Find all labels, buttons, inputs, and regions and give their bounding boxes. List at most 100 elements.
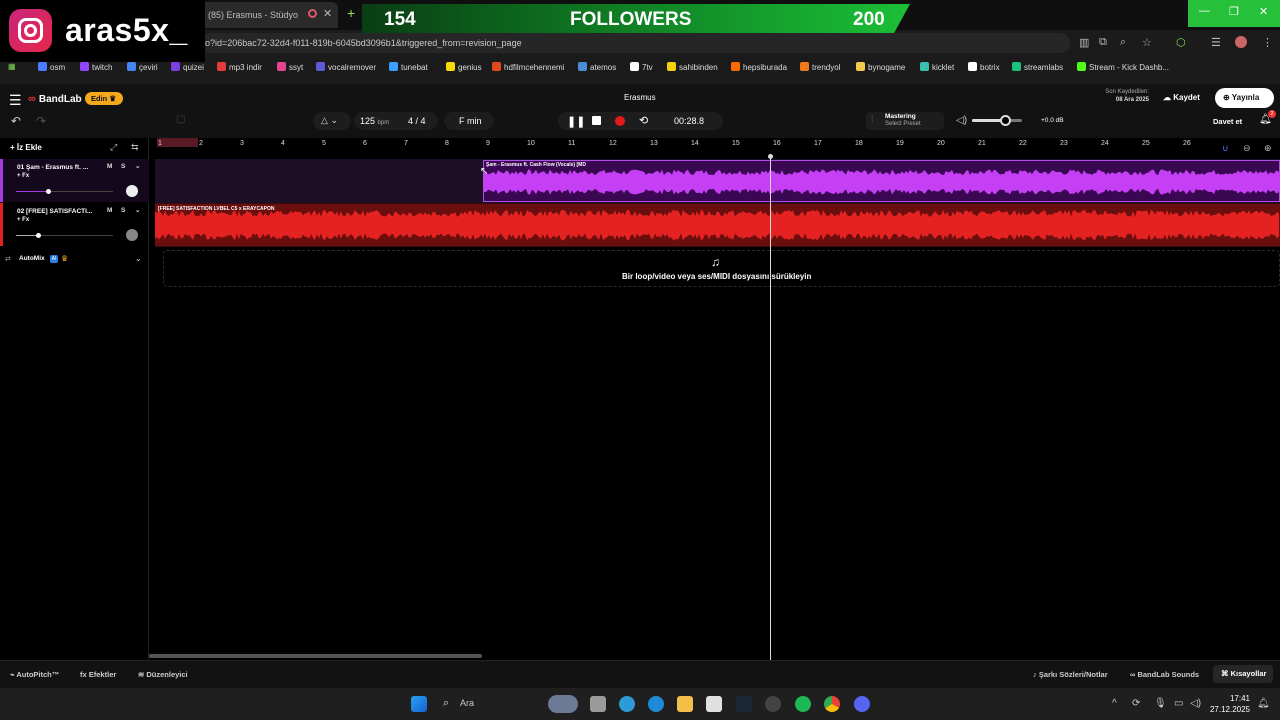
edge-icon[interactable]: [648, 696, 664, 712]
stop-icon[interactable]: [592, 116, 601, 125]
track-volume-handle[interactable]: [36, 233, 41, 238]
zoom-icon[interactable]: ⌕: [1120, 36, 1126, 49]
network-icon[interactable]: ▭: [1174, 698, 1183, 709]
bookmark-item[interactable]: sahibinden: [667, 62, 718, 72]
notification-tray-icon[interactable]: 🔔︎: [1257, 698, 1270, 709]
loop-region[interactable]: [157, 138, 198, 147]
invite-button[interactable]: Davet et: [1206, 114, 1252, 130]
bookmark-item[interactable]: trendyol: [800, 62, 840, 72]
mute-button[interactable]: M: [107, 207, 112, 214]
audio-clip-beat[interactable]: [155, 204, 1280, 246]
shortcuts-button[interactable]: ⌘ Kısayollar: [1213, 665, 1273, 683]
edge-dev-icon[interactable]: [619, 696, 635, 712]
bookmark-item[interactable]: streamlabs: [1012, 62, 1063, 72]
windows-start-icon[interactable]: [411, 696, 427, 712]
snap-magnet-icon[interactable]: ∪: [1222, 143, 1229, 154]
bookmark-item[interactable]: twitch: [80, 62, 112, 72]
track-settings-icon[interactable]: ⇆: [131, 142, 139, 153]
edit-badge[interactable]: Edin ♛: [85, 92, 123, 105]
widget-icon[interactable]: [548, 695, 578, 713]
zoom-in-icon[interactable]: ⊕: [1264, 143, 1272, 154]
master-volume-knob[interactable]: [1000, 115, 1011, 126]
bookmark-item[interactable]: çeviri: [127, 62, 158, 72]
tab-search-icon[interactable]: ☰: [1211, 36, 1221, 49]
bandlab-logo[interactable]: ∞ BandLab: [28, 93, 82, 105]
horizontal-scrollbar[interactable]: [149, 654, 482, 658]
track-volume-handle[interactable]: [46, 189, 51, 194]
project-title[interactable]: Erasmus: [624, 93, 656, 102]
bookmark-item[interactable]: genius: [446, 62, 482, 72]
magic-wand-icon[interactable]: ⤢: [110, 142, 117, 153]
store-icon[interactable]: [706, 696, 722, 712]
bookmark-item[interactable]: atemos: [578, 62, 616, 72]
bookmark-item[interactable]: mp3 indir: [217, 62, 262, 72]
sounds-button[interactable]: ∞ BandLab Sounds: [1130, 670, 1199, 679]
bookmark-item[interactable]: osm: [38, 62, 65, 72]
record-icon[interactable]: [615, 116, 625, 126]
add-fx-button[interactable]: + Fx: [17, 173, 29, 179]
track-chevron-icon[interactable]: ⌄: [135, 162, 140, 170]
reader-icon[interactable]: ▥: [1079, 36, 1089, 49]
track-name[interactable]: 01 Şam - Erasmus ft. ...: [17, 164, 88, 171]
bookmark-item[interactable]: ssyt: [277, 62, 303, 72]
bookmark-item[interactable]: 7tv: [630, 62, 653, 72]
add-track-button[interactable]: + İz Ekle: [10, 143, 42, 152]
metronome-button[interactable]: △ ⌄: [313, 112, 351, 130]
minimize-icon[interactable]: —: [1199, 5, 1210, 17]
time-signature[interactable]: 4 / 4: [408, 116, 426, 126]
automix-chevron-icon[interactable]: ⌄: [135, 254, 142, 263]
track-header-2[interactable]: 02 [FREE] SATISFACTI... + Fx M S ⌄: [0, 203, 149, 246]
pause-icon[interactable]: ❚❚: [567, 115, 585, 128]
effects-button[interactable]: fx Efektler: [80, 670, 116, 679]
bookmark-item[interactable]: hepsiburada: [731, 62, 787, 72]
close-tab-icon[interactable]: ✕: [323, 7, 332, 20]
track-header-1[interactable]: 01 Şam - Erasmus ft. ... + Fx M S ⌄: [0, 159, 149, 202]
playhead-handle[interactable]: [768, 154, 773, 159]
bookmark-item[interactable]: Stream - Kick Dashb...: [1077, 62, 1169, 72]
speaker-icon[interactable]: ◁): [956, 115, 967, 126]
bookmark-item[interactable]: botrix: [968, 62, 1000, 72]
loop-icon[interactable]: ⟲: [639, 114, 648, 127]
maximize-icon[interactable]: ❐: [1229, 5, 1239, 18]
lyrics-button[interactable]: ♪ Şarkı Sözleri/Notlar: [1033, 670, 1108, 679]
bookmark-item[interactable]: bynogame: [856, 62, 905, 72]
address-bar[interactable]: o?id=206bac72-32d4-f011-819b-6045bd3096b…: [200, 33, 1070, 53]
bookmark-item[interactable]: quizei: [171, 62, 204, 72]
add-fx-button[interactable]: + Fx: [17, 217, 29, 223]
zoom-out-icon[interactable]: ⊖: [1243, 143, 1251, 154]
pan-knob[interactable]: [126, 229, 138, 241]
volume-tray-icon[interactable]: ◁): [1190, 698, 1201, 709]
redo-icon[interactable]: ↷: [36, 114, 46, 128]
video-icon[interactable]: ▢: [176, 114, 185, 125]
obs-icon[interactable]: [765, 696, 781, 712]
bookmark-star-icon[interactable]: ☆: [1142, 36, 1152, 49]
tray-expand-icon[interactable]: ^: [1112, 698, 1117, 709]
playhead[interactable]: [770, 157, 771, 660]
new-tab-icon[interactable]: +: [347, 5, 355, 21]
undo-icon[interactable]: ↶: [11, 114, 21, 128]
bookmark-item[interactable]: tunebat: [389, 62, 428, 72]
track-name[interactable]: 02 [FREE] SATISFACTI...: [17, 208, 92, 215]
bookmark-item[interactable]: kicklet: [920, 62, 954, 72]
pan-knob[interactable]: [126, 185, 138, 197]
key-selector[interactable]: F min: [444, 112, 494, 130]
cast-icon[interactable]: ⧉: [1099, 36, 1107, 49]
apps-grid-icon[interactable]: ▦: [8, 62, 16, 71]
microphone-icon[interactable]: 🎙︎: [1154, 698, 1167, 709]
browser-tab[interactable]: (85) Erasmus - Stüdyo: [200, 2, 338, 28]
hamburger-menu-icon[interactable]: ☰: [9, 92, 22, 109]
publish-button[interactable]: ⊕ Yayınla: [1215, 88, 1274, 108]
close-window-icon[interactable]: ✕: [1259, 5, 1268, 18]
automix-label[interactable]: AutoMix: [19, 255, 45, 262]
solo-button[interactable]: S: [121, 207, 125, 214]
chrome-icon[interactable]: [824, 696, 840, 712]
drop-zone[interactable]: [163, 250, 1280, 287]
menu-dots-icon[interactable]: ⋮: [1262, 36, 1273, 49]
steam-icon[interactable]: [736, 696, 752, 712]
solo-button[interactable]: S: [121, 163, 125, 170]
file-explorer-icon[interactable]: [677, 696, 693, 712]
extensions-icon[interactable]: ⬡: [1176, 36, 1186, 49]
tempo-control[interactable]: 125 bpm 4 / 4: [354, 112, 438, 130]
tray-app-icon[interactable]: ⟳: [1132, 698, 1140, 709]
bookmark-item[interactable]: vocalremover: [316, 62, 376, 72]
